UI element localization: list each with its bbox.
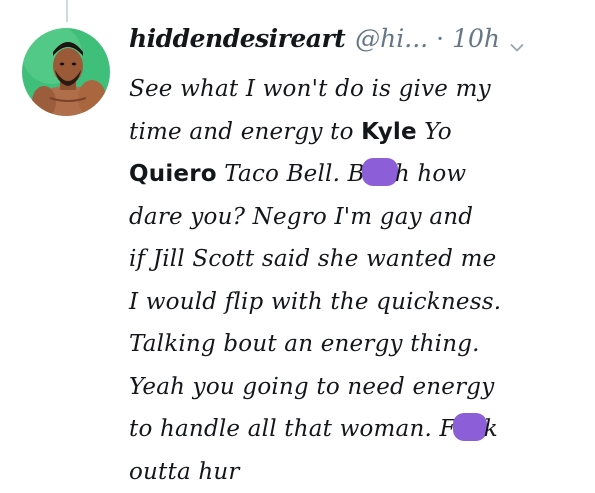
tweet-text-line: if Jill Scott said she wanted me bbox=[129, 238, 585, 281]
text-segment: Yeah you going to need energy bbox=[129, 374, 494, 400]
text-segment: Taco Bell. B bbox=[217, 161, 365, 187]
text-segment: to handle all that woman. F bbox=[129, 416, 456, 442]
tweet-timestamp[interactable]: 10h bbox=[452, 24, 500, 53]
text-segment: k bbox=[484, 416, 498, 442]
display-name[interactable]: hiddendesireart bbox=[129, 24, 345, 53]
censor-scribble: uc bbox=[453, 413, 487, 441]
tweet-text: See what I won't do is give my time and e… bbox=[129, 68, 585, 493]
text-segment: Yo bbox=[417, 119, 452, 145]
tweet-text-line: Talking bout an energy thing. bbox=[129, 323, 585, 366]
text-segment: See what I won't do is give my bbox=[129, 76, 491, 102]
text-segment: time and energy to bbox=[129, 119, 361, 145]
tweet-text-line: See what I won't do is give my bbox=[129, 68, 585, 111]
tweet-text-line: to handle all that woman. Fuck bbox=[129, 408, 585, 451]
tweet-text-line: Quiero Taco Bell. Bitch how bbox=[129, 153, 585, 196]
tweet-text-line: dare you? Negro I'm gay and bbox=[129, 196, 585, 239]
bold-word: Quiero bbox=[129, 161, 217, 187]
avatar-portrait-icon[interactable] bbox=[22, 28, 110, 116]
tweet-header: hiddendesireart @hi... · 10h bbox=[129, 24, 585, 68]
tweet-content: hiddendesireart @hi... · 10h See what I … bbox=[129, 24, 585, 493]
text-segment: I would flip with the quickness. bbox=[129, 289, 501, 315]
censor-scribble: itc bbox=[362, 158, 398, 186]
text-segment: h how bbox=[395, 161, 466, 187]
text-segment: outta hur bbox=[129, 459, 240, 485]
text-segment: Talking bout an energy thing. bbox=[129, 331, 480, 357]
tweet-text-line: Yeah you going to need energy bbox=[129, 366, 585, 409]
chevron-down-icon[interactable] bbox=[510, 43, 524, 53]
bold-word: Kyle bbox=[361, 119, 417, 145]
text-segment: dare you? Negro I'm gay and bbox=[129, 204, 473, 230]
user-handle[interactable]: @hi... bbox=[355, 24, 428, 53]
header-separator: · bbox=[436, 24, 444, 53]
tweet-text-line: time and energy to Kyle Yo bbox=[129, 111, 585, 154]
text-segment: if Jill Scott said she wanted me bbox=[129, 246, 496, 272]
tweet[interactable]: hiddendesireart @hi... · 10h See what I … bbox=[0, 0, 595, 487]
tweet-text-line: I would flip with the quickness. bbox=[129, 281, 585, 324]
